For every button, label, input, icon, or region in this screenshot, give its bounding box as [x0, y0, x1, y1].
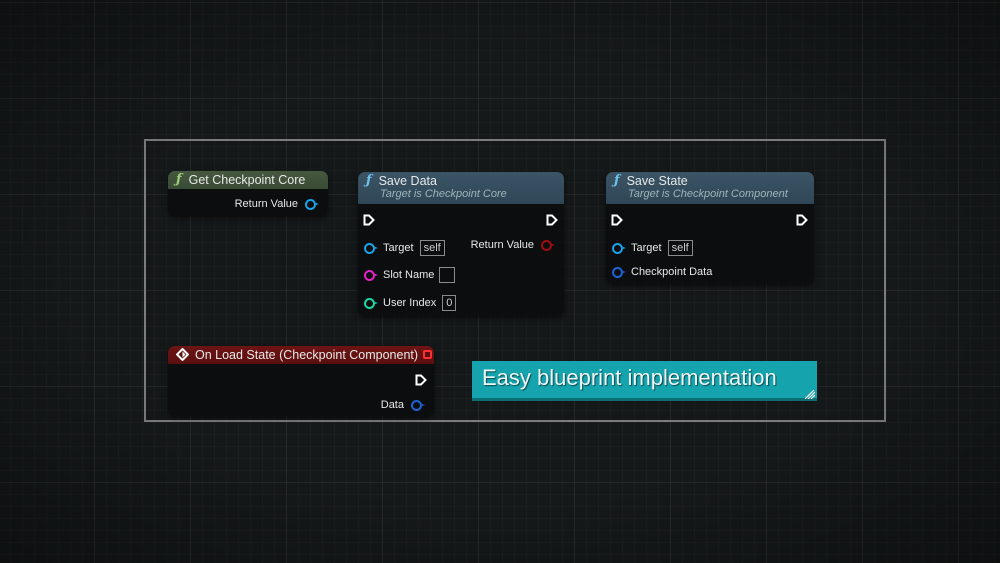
boolean-pin-icon[interactable] [541, 239, 555, 251]
input-pin-target[interactable]: Target self [364, 240, 445, 256]
function-icon: ƒ [366, 173, 372, 188]
output-pin-return-value[interactable]: Return Value [235, 198, 320, 210]
node-get-checkpoint-core[interactable]: ƒ Get Checkpoint Core Return Value [168, 171, 328, 216]
object-pin-icon[interactable] [364, 242, 378, 254]
comment-bubble[interactable]: Easy blueprint implementation [472, 361, 817, 399]
output-pin-data[interactable]: Data [381, 399, 426, 411]
node-title: Save Data [378, 173, 437, 188]
pin-label: Return Value [470, 239, 534, 251]
pin-label: User Index [383, 297, 437, 309]
string-pin-icon[interactable] [364, 269, 378, 281]
pin-label: Target [383, 242, 414, 254]
delegate-pin-icon[interactable] [423, 350, 432, 359]
node-header: On Load State (Checkpoint Component) [168, 346, 434, 364]
comment-text: Easy blueprint implementation [482, 365, 777, 390]
struct-pin-icon[interactable] [411, 399, 425, 411]
node-header: ƒ Save Data Target is Checkpoint Core [358, 172, 564, 204]
node-header: ƒ Save State Target is Checkpoint Compon… [606, 172, 814, 204]
pin-label: Target [631, 242, 662, 254]
exec-output-pin-icon[interactable] [415, 374, 427, 386]
object-pin-icon[interactable] [305, 198, 319, 210]
input-pin-slot-name[interactable]: Slot Name [364, 267, 456, 283]
function-icon: ƒ [614, 173, 620, 188]
event-icon [176, 348, 189, 361]
input-pin-user-index[interactable]: User Index 0 [364, 295, 457, 311]
slot-name-input[interactable] [439, 267, 456, 283]
node-save-state[interactable]: ƒ Save State Target is Checkpoint Compon… [606, 172, 814, 284]
node-subtitle: Target is Checkpoint Component [628, 188, 788, 200]
resize-handle-icon[interactable] [803, 389, 815, 399]
struct-pin-icon[interactable] [612, 266, 626, 278]
node-title: On Load State (Checkpoint Component) [195, 347, 419, 362]
node-save-data[interactable]: ƒ Save Data Target is Checkpoint Core Ta… [358, 172, 564, 316]
exec-input-pin-icon[interactable] [611, 214, 623, 226]
target-value-field[interactable]: self [667, 240, 693, 256]
input-pin-target[interactable]: Target self [612, 240, 693, 256]
node-subtitle: Target is Checkpoint Core [380, 188, 507, 200]
integer-pin-icon[interactable] [364, 297, 378, 309]
exec-input-pin-icon[interactable] [363, 214, 375, 226]
user-index-input[interactable]: 0 [442, 295, 457, 311]
node-on-load-state[interactable]: On Load State (Checkpoint Component) Dat… [168, 346, 434, 416]
node-header: ƒ Get Checkpoint Core [168, 171, 328, 189]
pin-label: Slot Name [383, 269, 435, 281]
exec-output-pin-icon[interactable] [546, 214, 558, 226]
node-title: Save State [626, 173, 688, 188]
pin-label: Data [380, 399, 404, 411]
input-pin-checkpoint-data[interactable]: Checkpoint Data [612, 266, 712, 278]
target-value-field[interactable]: self [419, 240, 445, 256]
output-pin-return-value[interactable]: Return Value [471, 239, 556, 251]
object-pin-icon[interactable] [612, 242, 626, 254]
node-title: Get Checkpoint Core [188, 172, 306, 187]
function-icon: ƒ [176, 172, 182, 187]
pin-label: Checkpoint Data [631, 266, 713, 278]
pin-label: Return Value [234, 198, 298, 210]
exec-output-pin-icon[interactable] [796, 214, 808, 226]
